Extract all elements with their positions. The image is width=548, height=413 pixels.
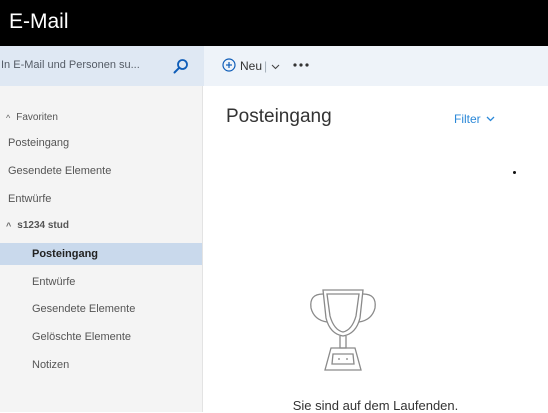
new-button-separator: | xyxy=(264,59,268,73)
folder-pane: ^ Favoriten Posteingang Gesendete Elemen… xyxy=(0,86,202,412)
account-header[interactable]: ^ s1234 stud xyxy=(6,220,69,231)
folder-item-geloeschte-elemente[interactable]: Gelöschte Elemente xyxy=(32,331,131,343)
empty-state-message: Sie sind auf dem Laufenden. xyxy=(292,398,459,413)
filter-label: Filter xyxy=(454,112,481,126)
dot-mark xyxy=(513,171,516,174)
favorites-item-gesendete-elemente[interactable]: Gesendete Elemente xyxy=(8,165,111,177)
filter-button[interactable]: Filter xyxy=(454,112,495,126)
selected-folder-highlight[interactable] xyxy=(0,243,202,265)
new-button-label: Neu xyxy=(240,59,263,73)
folder-item-posteingang[interactable]: Posteingang xyxy=(32,248,98,260)
more-icon[interactable] xyxy=(292,58,310,70)
favorites-item-posteingang[interactable]: Posteingang xyxy=(8,137,69,149)
chevron-down-icon[interactable] xyxy=(271,59,280,73)
search-icon[interactable] xyxy=(173,58,189,79)
account-label: s1234 stud xyxy=(17,220,69,231)
search-input[interactable]: In E-Mail und Personen su... xyxy=(1,59,140,71)
folder-item-entwuerfe[interactable]: Entwürfe xyxy=(32,276,75,288)
caret-icon[interactable]: ^ xyxy=(6,113,10,123)
page-title: Posteingang xyxy=(226,106,332,127)
command-bar: Neu | xyxy=(204,46,548,86)
app-title: E-Mail xyxy=(9,10,69,33)
new-button[interactable]: Neu | xyxy=(222,55,280,77)
folder-item-notizen[interactable]: Notizen xyxy=(32,359,69,371)
plus-circle-icon xyxy=(222,57,236,75)
favorites-label: Favoriten xyxy=(16,112,58,123)
folder-item-gesendete-elemente[interactable]: Gesendete Elemente xyxy=(32,303,135,315)
trophy-icon xyxy=(310,289,376,371)
favorites-item-entwuerfe[interactable]: Entwürfe xyxy=(8,193,51,205)
message-list: Posteingang Filter Sie sind auf dem Lauf… xyxy=(203,86,548,413)
caret-icon[interactable]: ^ xyxy=(6,221,11,231)
favorites-header[interactable]: ^ Favoriten xyxy=(6,112,58,123)
search-box[interactable]: In E-Mail und Personen su... xyxy=(0,46,204,86)
chevron-down-icon xyxy=(486,116,495,122)
title-bar: E-Mail xyxy=(0,0,548,46)
